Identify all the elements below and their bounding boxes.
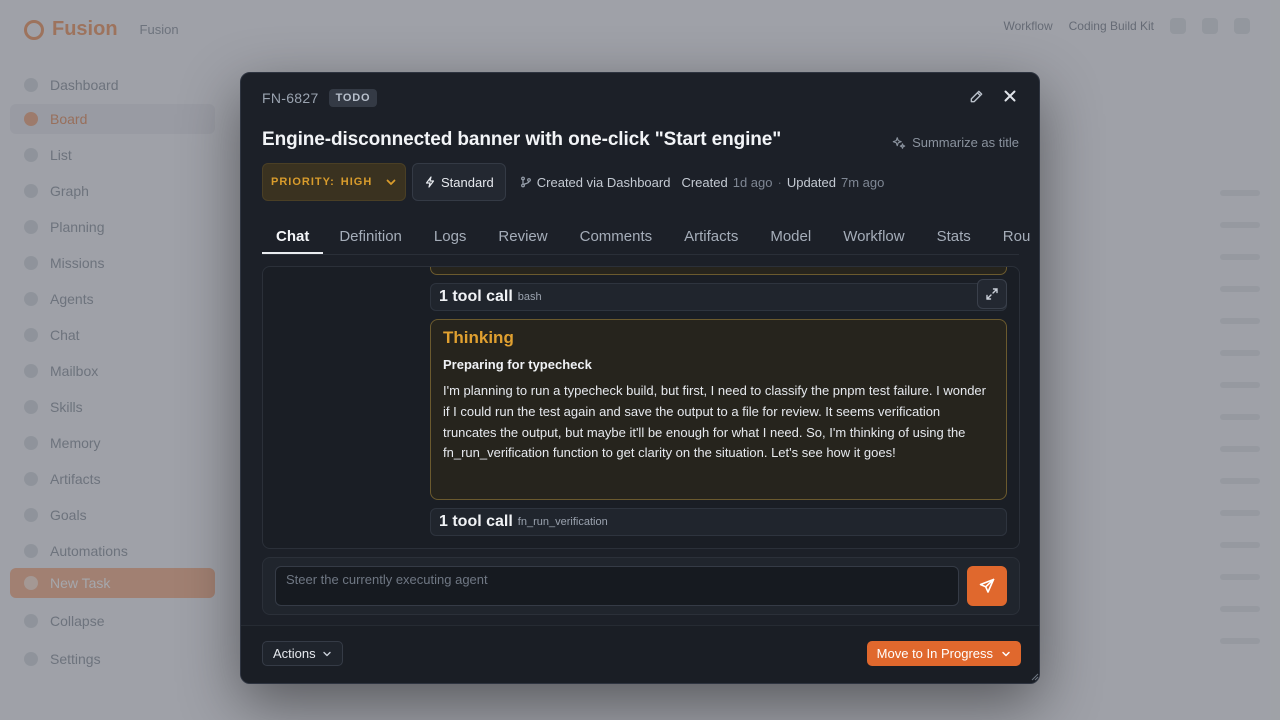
modal-footer: Actions Move to In Progress xyxy=(241,625,1039,683)
expand-chat-button[interactable] xyxy=(977,279,1007,309)
task-title: Engine-disconnected banner with one-clic… xyxy=(262,129,782,150)
priority-label: PRIORITY: xyxy=(271,176,335,188)
actions-dropdown-button[interactable]: Actions xyxy=(262,641,343,666)
send-button[interactable] xyxy=(967,566,1007,606)
resize-grip-icon[interactable] xyxy=(1031,673,1039,681)
updated-label: Updated xyxy=(786,174,836,190)
steer-input-area xyxy=(262,557,1020,615)
move-label: Move to In Progress xyxy=(876,646,993,661)
tab-stats[interactable]: Stats xyxy=(921,223,987,254)
execution-mode-button[interactable]: Standard xyxy=(412,163,506,201)
thinking-subtitle: Preparing for typecheck xyxy=(443,357,592,372)
task-meta: Created via Dashboard Created 1d ago · U… xyxy=(520,174,885,190)
expand-icon xyxy=(986,288,998,300)
edit-button[interactable] xyxy=(967,87,985,105)
thinking-title: Thinking xyxy=(443,328,514,347)
sparkles-icon xyxy=(892,136,906,149)
priority-value: HIGH xyxy=(340,176,373,188)
tab-logs[interactable]: Logs xyxy=(418,223,483,254)
thinking-block: Thinking Preparing for typecheck I'm pla… xyxy=(430,319,1007,500)
tool-call-name: bash xyxy=(517,291,542,303)
pencil-icon xyxy=(970,90,982,102)
task-detail-modal: FN-6827 TODO Engine-disconnected banner … xyxy=(240,72,1040,684)
tool-call-count: 1 tool call xyxy=(439,288,513,305)
task-id: FN-6827 xyxy=(262,90,319,106)
modal-header: FN-6827 TODO xyxy=(262,89,378,107)
tab-model[interactable]: Model xyxy=(754,223,827,254)
execution-mode-label: Standard xyxy=(441,174,494,190)
git-branch-icon xyxy=(520,176,531,188)
header-actions xyxy=(967,87,1019,105)
summarize-as-title-button[interactable]: Summarize as title xyxy=(892,135,1019,150)
meta-row: PRIORITY: HIGH Standard Created via Dash… xyxy=(262,163,884,201)
tool-call-summary[interactable]: 1 tool call fn_run_verification xyxy=(430,508,1007,536)
steer-agent-input[interactable] xyxy=(275,566,959,606)
close-button[interactable] xyxy=(1001,87,1019,105)
task-tabs: Chat Definition Logs Review Comments Art… xyxy=(262,223,1030,255)
chevron-down-icon xyxy=(322,651,331,656)
tab-review[interactable]: Review xyxy=(482,223,563,254)
tab-workflow[interactable]: Workflow xyxy=(827,223,920,254)
tab-artifacts[interactable]: Artifacts xyxy=(668,223,754,254)
meta-separator: · xyxy=(777,174,782,190)
tool-call-name: fn_run_verification xyxy=(517,516,608,528)
move-to-in-progress-button[interactable]: Move to In Progress xyxy=(866,641,1021,666)
created-ago: 1d ago xyxy=(732,174,773,190)
lightning-icon xyxy=(425,176,435,188)
previous-thinking-block xyxy=(430,267,1007,275)
tab-chat[interactable]: Chat xyxy=(262,223,324,254)
created-label: Created xyxy=(681,174,728,190)
tool-call-count: 1 tool call xyxy=(439,513,513,530)
close-icon xyxy=(1004,90,1016,102)
send-icon xyxy=(979,578,995,593)
created-via: Created via Dashboard xyxy=(536,174,671,190)
chevron-down-icon xyxy=(385,176,397,188)
tab-comments[interactable]: Comments xyxy=(564,223,669,254)
chevron-down-icon xyxy=(1002,651,1010,656)
chat-panel[interactable]: 1 tool call bash Thinking Preparing for … xyxy=(262,266,1020,549)
summarize-label: Summarize as title xyxy=(912,135,1019,150)
actions-label: Actions xyxy=(273,646,316,661)
thinking-body: I'm planning to run a typecheck build, b… xyxy=(443,383,986,461)
status-badge: TODO xyxy=(328,89,378,107)
tool-call-summary[interactable]: 1 tool call bash xyxy=(430,283,1007,311)
tab-definition[interactable]: Definition xyxy=(323,223,418,254)
tab-routing-truncated[interactable]: Rou xyxy=(987,223,1031,254)
priority-select[interactable]: PRIORITY: HIGH xyxy=(262,163,406,201)
updated-ago: 7m ago xyxy=(840,174,885,190)
